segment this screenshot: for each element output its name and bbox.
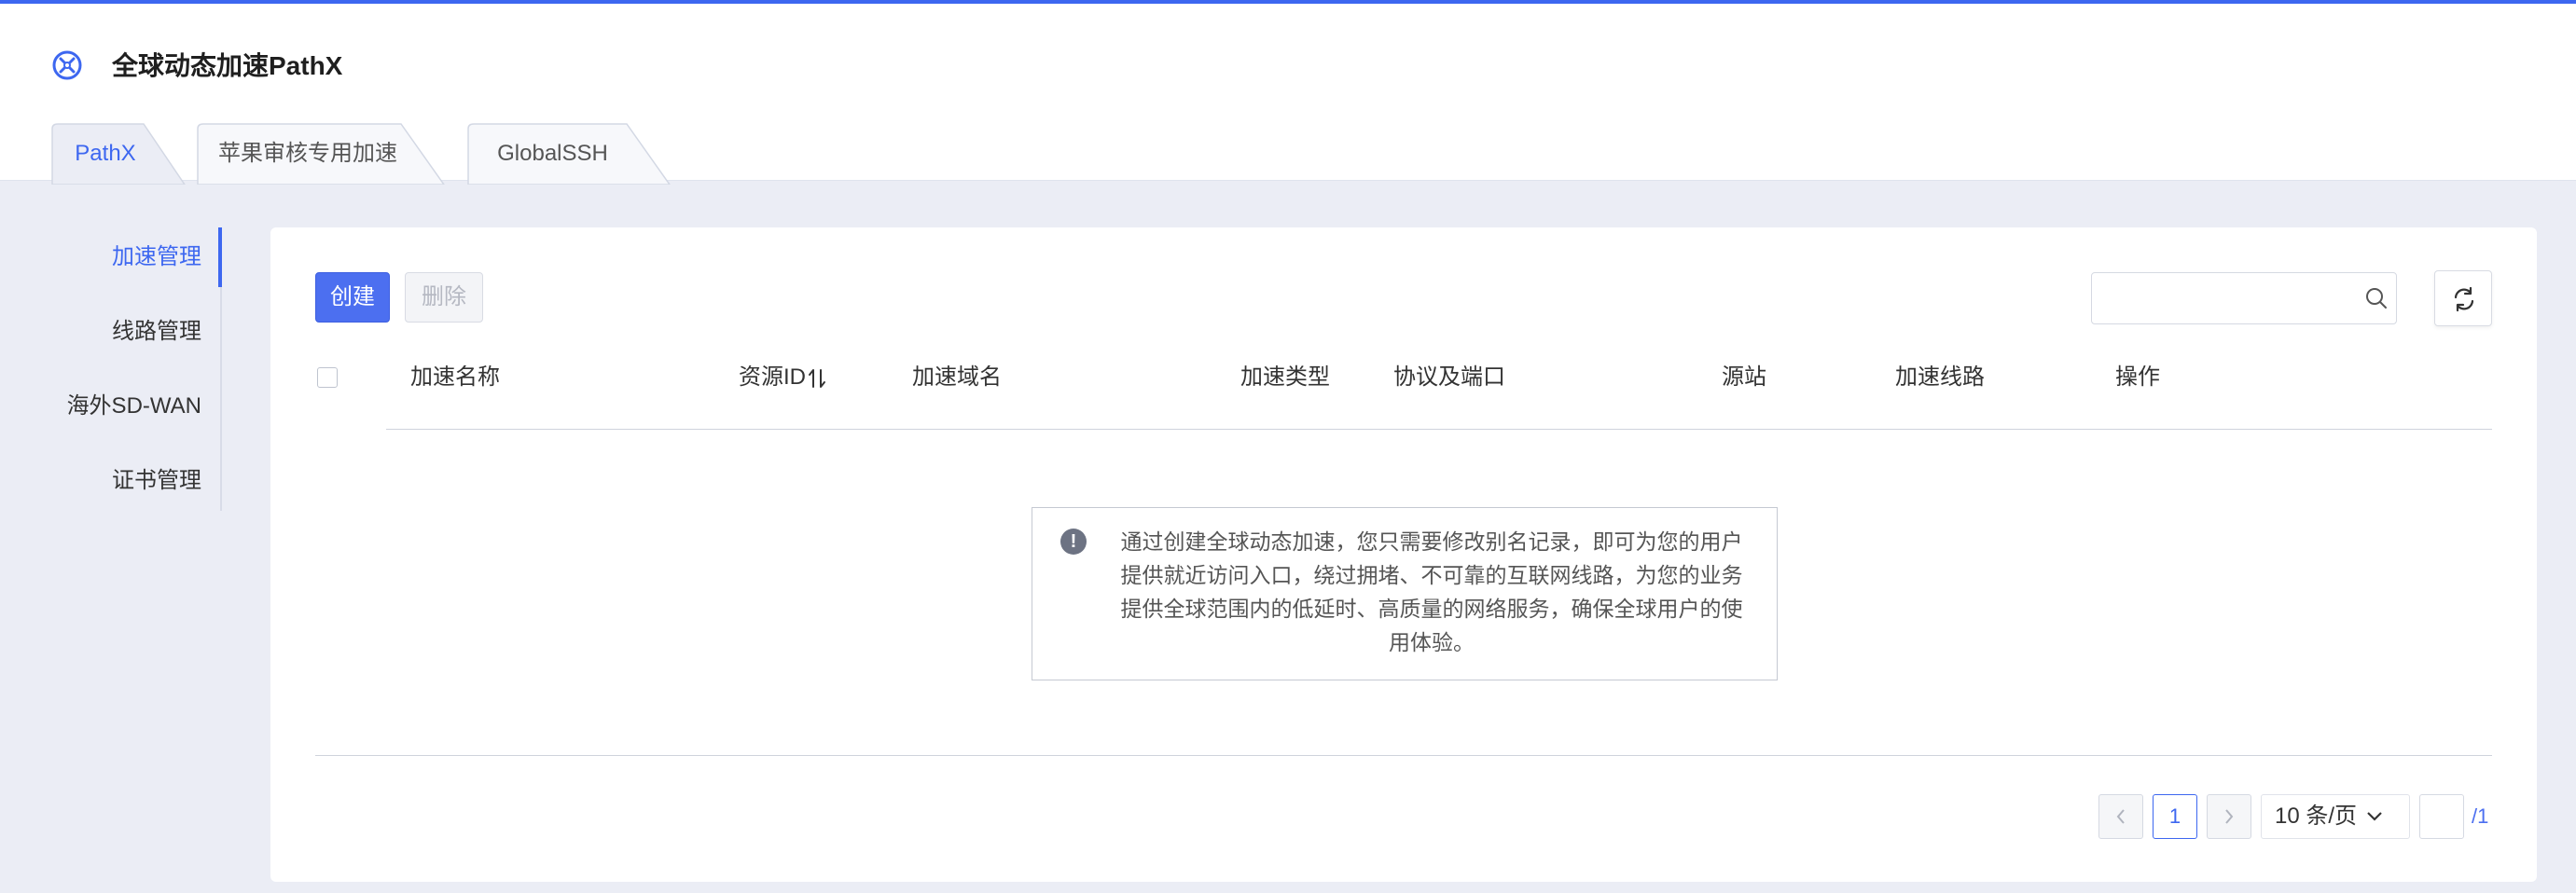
sidebar-item-sdwan[interactable]: 海外SD-WAN (67, 388, 201, 425)
info-icon: ! (1060, 529, 1087, 555)
create-button[interactable]: 创建 (315, 272, 390, 323)
prev-page-button[interactable] (2098, 794, 2143, 839)
page-size-select[interactable]: 10 条/页 (2261, 794, 2410, 839)
column-header-domain: 加速域名 (912, 364, 1002, 390)
search-icon[interactable] (2363, 285, 2389, 311)
tab-label: 苹果审核专用加速 (218, 141, 397, 166)
sort-icon[interactable] (808, 366, 826, 391)
column-header-name: 加速名称 (410, 364, 500, 390)
sidebar-item-acceleration[interactable]: 加速管理 (112, 239, 201, 276)
column-header-origin: 源站 (1722, 364, 1766, 390)
empty-message: 通过创建全球动态加速，您只需要修改别名记录，即可为您的用户提供就近访问入口，绕过… (1120, 529, 1743, 654)
delete-button[interactable]: 删除 (405, 272, 483, 323)
refresh-icon (2454, 286, 2474, 312)
table-header-divider (386, 429, 2492, 430)
tab-apple-review[interactable]: 苹果审核专用加速 (196, 123, 448, 185)
tab-label: PathX (75, 141, 136, 166)
column-header-protocol: 协议及端口 (1393, 364, 1505, 390)
page-jump-input[interactable] (2419, 794, 2464, 839)
search-input[interactable] (2091, 272, 2397, 324)
sidebar-active-indicator (218, 227, 222, 287)
tab-label: GlobalSSH (497, 141, 608, 166)
page-size-value: 10 条/页 (2275, 804, 2358, 829)
chevron-left-icon (2116, 809, 2125, 824)
table-footer-divider (315, 755, 2492, 756)
chevron-down-icon (2367, 812, 2382, 821)
column-header-actions: 操作 (2115, 364, 2160, 390)
next-page-button[interactable] (2207, 794, 2251, 839)
page-title: 全球动态加速PathX (112, 51, 343, 80)
sidebar: 加速管理 线路管理 海外SD-WAN 证书管理 (37, 227, 222, 511)
tab-globalssh[interactable]: GlobalSSH (466, 123, 673, 185)
chevron-right-icon (2225, 809, 2234, 824)
current-page-button[interactable]: 1 (2153, 794, 2197, 839)
empty-state: ! 通过创建全球动态加速，您只需要修改别名记录，即可为您的用户提供就近访问入口，… (1032, 507, 1778, 680)
column-header-line: 加速线路 (1895, 364, 1985, 390)
column-header-label: 资源ID (739, 364, 806, 390)
select-all-checkbox[interactable] (317, 367, 338, 388)
sidebar-item-lines[interactable]: 线路管理 (112, 313, 201, 350)
page-header: 全球动态加速PathX PathX 苹果审核专用加速 GlobalSSH (0, 4, 2576, 185)
sidebar-item-certificates[interactable]: 证书管理 (112, 462, 201, 500)
page-total: /1 (2472, 804, 2489, 828)
column-header-resource-id[interactable]: 资源ID (739, 362, 826, 393)
main-panel: 创建 删除 加速名称 资源ID 加速域名 加速类型 协议及端口 源站 加速线路 … (270, 227, 2537, 882)
refresh-button[interactable] (2434, 270, 2492, 326)
pathx-logo-icon (52, 50, 82, 80)
tab-pathx[interactable]: PathX (45, 123, 186, 185)
column-header-type: 加速类型 (1240, 364, 1330, 390)
